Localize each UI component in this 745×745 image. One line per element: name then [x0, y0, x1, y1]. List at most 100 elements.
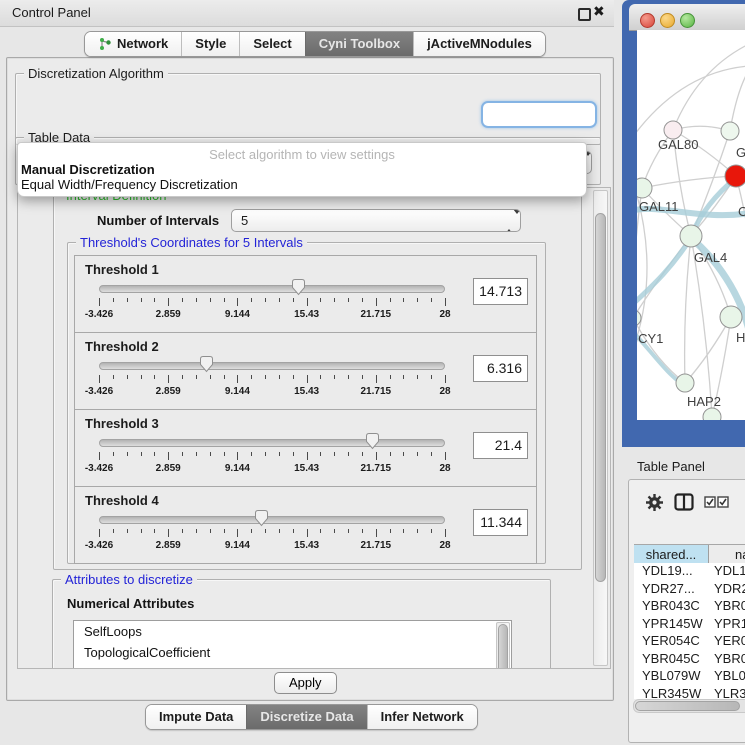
slider-track[interactable]: [99, 439, 445, 447]
slider-handle[interactable]: [365, 432, 380, 450]
table-row[interactable]: YLR345WYLR3: [634, 686, 745, 700]
slider-tick: [334, 298, 335, 302]
threshold-slider[interactable]: -3.4262.8599.14415.4321.71528: [99, 256, 445, 332]
zoom-traffic-light[interactable]: [680, 13, 695, 28]
network-edge[interactable]: [673, 44, 745, 130]
attribute-item-betweennesscentrality[interactable]: BetweennessCentrality: [74, 663, 511, 669]
network-node-hap2[interactable]: [676, 374, 694, 392]
cell-name: YBR0: [709, 598, 745, 616]
tab-infer-network[interactable]: Infer Network: [367, 705, 477, 729]
slider-tick: [293, 375, 294, 379]
numerical-attributes-list[interactable]: SelfLoopsTopologicalCoefficientBetweenne…: [73, 620, 512, 669]
table-hscrollbar-thumb[interactable]: [635, 701, 740, 711]
network-node-h[interactable]: [720, 306, 742, 328]
tab-discretize-data[interactable]: Discretize Data: [246, 705, 366, 729]
slider-tick: [403, 375, 404, 379]
network-edge[interactable]: [642, 176, 736, 188]
table-hscrollbar[interactable]: [633, 699, 745, 713]
attribute-item-selfloops[interactable]: SelfLoops: [74, 621, 511, 642]
slider-tick: [307, 298, 308, 306]
slider-tick: [182, 452, 183, 456]
slider-tick: [113, 452, 114, 456]
table-row[interactable]: YER054CYER0: [634, 633, 745, 651]
threshold-value-field[interactable]: 21.4: [473, 432, 528, 459]
slider-tick: [293, 529, 294, 533]
slider-tick: [445, 452, 446, 460]
slider-tick: [168, 298, 169, 306]
network-node-gal4[interactable]: [680, 225, 702, 247]
float-window-icon[interactable]: [578, 8, 591, 21]
slider-tick: [417, 529, 418, 533]
tab-impute-data[interactable]: Impute Data: [146, 705, 246, 729]
network-edge[interactable]: [685, 236, 691, 383]
network-edge-thick[interactable]: [637, 238, 691, 306]
tab-network[interactable]: Network: [85, 32, 181, 56]
apply-button[interactable]: Apply: [274, 672, 337, 694]
column-header-shared[interactable]: shared...: [634, 545, 709, 564]
slider-tick: [251, 452, 252, 456]
slider-tick-label: 28: [439, 463, 450, 474]
network-edge[interactable]: [685, 317, 731, 383]
attribute-item-topologicalcoefficient[interactable]: TopologicalCoefficient: [74, 642, 511, 663]
select-columns-icon[interactable]: [704, 496, 730, 508]
network-edge[interactable]: [637, 318, 685, 383]
column-header-na[interactable]: na: [709, 545, 745, 564]
close-traffic-light[interactable]: [640, 13, 655, 28]
slider-tick: [431, 452, 432, 456]
node-label: GCY1: [637, 331, 663, 346]
threshold-value-field[interactable]: 6.316: [473, 355, 528, 382]
slider-tick: [251, 298, 252, 302]
pane-scrollbar[interactable]: [593, 190, 608, 666]
panel-title: Control Panel: [12, 5, 91, 20]
threshold-slider[interactable]: -3.4262.8599.14415.4321.71528: [99, 487, 445, 563]
network-node-ga[interactable]: [721, 122, 739, 140]
tab-style[interactable]: Style: [181, 32, 239, 56]
table-row[interactable]: YPR145WYPR1: [634, 616, 745, 634]
list-scrollbar[interactable]: [496, 622, 510, 669]
table-row[interactable]: YBR045CYBR0: [634, 651, 745, 669]
slider-handle[interactable]: [254, 509, 269, 527]
split-view-icon[interactable]: [674, 493, 694, 511]
list-scrollbar-thumb[interactable]: [498, 624, 508, 669]
algorithm-combo[interactable]: [481, 101, 597, 128]
slider-tick: [348, 529, 349, 533]
numerical-attributes-label: Numerical Attributes: [67, 596, 194, 611]
threshold-slider[interactable]: -3.4262.8599.14415.4321.71528: [99, 410, 445, 486]
network-node-gal11[interactable]: [637, 178, 652, 198]
slider-tick: [182, 298, 183, 302]
table-row[interactable]: YDR27...YDR2: [634, 581, 745, 599]
pane-scrollbar-thumb[interactable]: [595, 213, 606, 582]
slider-track[interactable]: [99, 362, 445, 370]
network-window-titlebar[interactable]: [629, 4, 745, 31]
table-row[interactable]: YBL079WYBL0: [634, 668, 745, 686]
network-node[interactable]: [703, 408, 721, 420]
table-row[interactable]: YDL19...YDL1: [634, 563, 745, 581]
gear-icon[interactable]: [645, 493, 664, 512]
slider-handle[interactable]: [291, 278, 306, 296]
network-canvas[interactable]: GAL80GACGAL11GAL4GCY1HHAP2: [637, 30, 745, 420]
table-header-row: shared...na: [634, 544, 745, 565]
minimize-traffic-light[interactable]: [660, 13, 675, 28]
slider-tick: [196, 452, 197, 456]
tab-select[interactable]: Select: [239, 32, 304, 56]
slider-tick: [196, 529, 197, 533]
slider-tick: [127, 298, 128, 302]
cell-name: YBR0: [709, 651, 745, 669]
tab-cyni-toolbox[interactable]: Cyni Toolbox: [305, 32, 413, 56]
num-intervals-combo[interactable]: 5: [231, 209, 521, 232]
close-icon[interactable]: ✖: [593, 4, 605, 20]
slider-tick-label: -3.426: [85, 540, 113, 551]
threshold-value-field[interactable]: 14.713: [473, 278, 528, 305]
slider-handle[interactable]: [199, 355, 214, 373]
network-node-c[interactable]: [725, 165, 745, 187]
slider-track[interactable]: [99, 516, 445, 524]
menu-item-manual-discretization[interactable]: Manual Discretization: [21, 162, 155, 177]
slider-tick: [293, 298, 294, 302]
threshold-value-field[interactable]: 11.344: [473, 509, 528, 536]
table-row[interactable]: YBR043CYBR0: [634, 598, 745, 616]
slider-track[interactable]: [99, 285, 445, 293]
slider-tick: [362, 298, 363, 302]
menu-item-equal-width-frequency-discretization[interactable]: Equal Width/Frequency Discretization: [21, 177, 238, 192]
tab-jactivemnodules[interactable]: jActiveMNodules: [413, 32, 545, 56]
threshold-slider[interactable]: -3.4262.8599.14415.4321.71528: [99, 333, 445, 409]
